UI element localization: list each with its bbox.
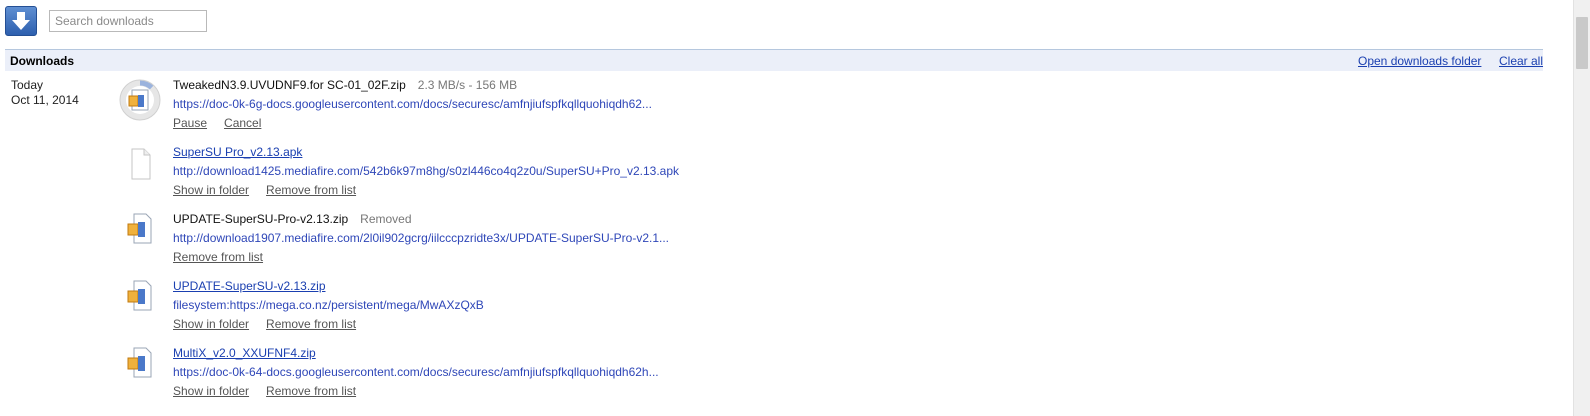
remove-from-list-link[interactable]: Remove from list — [266, 183, 356, 197]
download-actions: Show in folder Remove from list — [173, 183, 373, 197]
zip-file-icon — [118, 279, 162, 323]
blank-file-icon — [118, 145, 162, 189]
search-input[interactable] — [49, 10, 207, 32]
download-url[interactable]: http://download1425.mediafire.com/542b6k… — [173, 164, 679, 178]
open-downloads-folder-link[interactable]: Open downloads folder — [1358, 54, 1481, 68]
download-url[interactable]: http://download1907.mediafire.com/2l0il9… — [173, 231, 669, 245]
date-label: Today — [11, 78, 44, 92]
show-in-folder-link[interactable]: Show in folder — [173, 183, 249, 197]
show-in-folder-link[interactable]: Show in folder — [173, 317, 249, 331]
download-arrow-icon — [12, 12, 30, 30]
downloads-header: Downloads Open downloads folder Clear al… — [5, 49, 1543, 71]
vertical-scrollbar[interactable] — [1573, 0, 1590, 416]
zip-file-icon — [118, 212, 162, 256]
pause-link[interactable]: Pause — [173, 116, 207, 130]
download-item: UPDATE-SuperSU-Pro-v2.13.zip Removed http… — [118, 212, 818, 272]
download-filename: UPDATE-SuperSU-Pro-v2.13.zip Removed — [173, 212, 412, 226]
download-actions: Show in folder Remove from list — [173, 384, 373, 398]
zip-file-icon — [128, 89, 149, 111]
download-url[interactable]: https://doc-0k-64-docs.googleusercontent… — [173, 365, 659, 379]
filename-text: UPDATE-SuperSU-Pro-v2.13.zip — [173, 212, 349, 226]
download-item: UPDATE-SuperSU-v2.13.zip filesystem:http… — [118, 279, 818, 339]
show-in-folder-link[interactable]: Show in folder — [173, 384, 249, 398]
date-group: Today Oct 11, 2014 — [11, 78, 79, 108]
filename-text: TweakedN3.9.UVUDNF9.for SC-01_02F.zip — [173, 78, 406, 92]
download-url[interactable]: filesystem:https://mega.co.nz/persistent… — [173, 298, 484, 312]
clear-all-link[interactable]: Clear all — [1499, 54, 1543, 68]
remove-from-list-link[interactable]: Remove from list — [266, 384, 356, 398]
download-actions: Remove from list — [173, 250, 280, 264]
cancel-link[interactable]: Cancel — [224, 116, 261, 130]
download-progress-icon — [118, 78, 162, 122]
downloads-logo-icon — [5, 6, 37, 36]
remove-from-list-link[interactable]: Remove from list — [266, 317, 356, 331]
download-status: Removed — [360, 212, 412, 226]
download-filename: TweakedN3.9.UVUDNF9.for SC-01_02F.zip 2.3… — [173, 78, 517, 92]
download-url[interactable]: https://doc-0k-6g-docs.googleusercontent… — [173, 97, 652, 111]
remove-from-list-link[interactable]: Remove from list — [173, 250, 263, 264]
download-actions: Show in folder Remove from list — [173, 317, 373, 331]
download-actions: Pause Cancel — [173, 116, 278, 130]
page-title: Downloads — [10, 54, 75, 68]
download-item: MultiX_v2.0_XXUFNF4.zip https://doc-0k-6… — [118, 346, 818, 406]
date-value: Oct 11, 2014 — [11, 93, 79, 107]
download-filename-link[interactable]: SuperSU Pro_v2.13.apk — [173, 145, 302, 159]
download-item: SuperSU Pro_v2.13.apk http://download142… — [118, 145, 818, 205]
zip-file-icon — [118, 346, 162, 390]
download-status: 2.3 MB/s - 156 MB — [417, 78, 518, 92]
download-item: TweakedN3.9.UVUDNF9.for SC-01_02F.zip 2.3… — [118, 78, 818, 138]
download-filename-link[interactable]: UPDATE-SuperSU-v2.13.zip — [173, 279, 326, 293]
scrollbar-thumb[interactable] — [1576, 17, 1588, 69]
download-filename-link[interactable]: MultiX_v2.0_XXUFNF4.zip — [173, 346, 316, 360]
